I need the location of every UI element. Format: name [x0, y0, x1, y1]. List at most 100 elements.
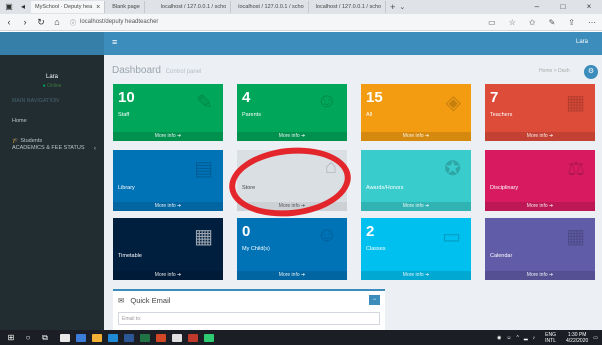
user-menu[interactable]: Lara: [576, 39, 588, 45]
tab-actions-icon[interactable]: ▣: [4, 2, 14, 12]
reading-view-icon[interactable]: ▭: [488, 18, 496, 27]
favorite-star-icon[interactable]: ☆: [509, 18, 516, 27]
tile-staff[interactable]: 10 Staff ✎ More info ➜: [113, 84, 223, 141]
favorites-hub-icon[interactable]: ✩: [529, 18, 536, 27]
more-info-link[interactable]: More info ➜: [237, 271, 347, 280]
browser-tab[interactable]: MySchool · Deputy hea ×: [31, 1, 106, 13]
tile-number: 2: [366, 223, 375, 240]
browser-tab-bar: ▣ ◂ MySchool · Deputy hea × Blank page l…: [0, 0, 602, 14]
close-window-icon[interactable]: ×: [576, 0, 602, 14]
new-tab-icon[interactable]: +: [390, 2, 395, 12]
tile-label: Teachers: [490, 112, 513, 118]
quick-email-box: ✉ Quick Email − Email to:: [113, 289, 385, 330]
url-field[interactable]: ⓘ localhost/deputy headteacher: [70, 18, 158, 27]
explorer-icon[interactable]: [92, 333, 102, 342]
tile-parents[interactable]: 4 Parents ☺ More info ➜: [237, 84, 347, 141]
sidebar-item-academics[interactable]: ACADEMICS & FEE STATUS: [12, 145, 104, 151]
tile-teachers[interactable]: 7 Teachers ▦ More info ➜: [485, 84, 595, 141]
tile-number: 15: [366, 89, 383, 106]
notifications-icon[interactable]: ▭: [593, 335, 598, 341]
network-icon[interactable]: ▂: [524, 335, 528, 341]
tile-library[interactable]: Library ▤ More info ➜: [113, 150, 223, 211]
forward-icon[interactable]: ›: [18, 17, 32, 27]
more-info-link[interactable]: More info ➜: [361, 132, 471, 141]
home-icon[interactable]: ⌂: [50, 17, 64, 27]
tile-disciplinary[interactable]: Disciplinary ⚖ More info ➜: [485, 150, 595, 211]
chrome-icon[interactable]: [204, 333, 214, 342]
sidebar-section-header: MAIN NAVIGATION: [12, 98, 59, 104]
browser-tab[interactable]: localhost / 127.0.0.1 / scho: [157, 1, 232, 13]
tile-label: Disciplinary: [490, 185, 519, 191]
word-icon[interactable]: [124, 333, 134, 342]
windows-start-icon[interactable]: ⊞: [5, 333, 17, 342]
browser-tab[interactable]: localhost / 127.0.0.1 / scho: [234, 1, 309, 13]
tray-app-icon[interactable]: ◉: [497, 335, 501, 341]
more-info-link[interactable]: More info ➜: [237, 202, 347, 211]
refresh-icon[interactable]: ↻: [34, 17, 48, 28]
book-icon: ▤: [194, 158, 213, 180]
tile-all[interactable]: 15 All ◈ More info ➜: [361, 84, 471, 141]
more-info-link[interactable]: More info ➜: [113, 132, 223, 141]
chevron-down-icon[interactable]: ⌄: [399, 3, 405, 11]
award-icon: ✪: [444, 158, 461, 180]
app-icon[interactable]: [172, 333, 182, 342]
taskbar: ⊞ ○ ⧉ ◉ ☺ ^ ▂ ♪ ENG INTL 1:30 PM 4/22/2020…: [0, 330, 602, 345]
classes-icon: ▭: [442, 226, 461, 248]
settings-icon[interactable]: ⚙: [584, 65, 598, 79]
tile-number: 7: [490, 89, 499, 106]
sidebar-item-home[interactable]: Home: [12, 118, 104, 124]
more-info-link[interactable]: More info ➜: [485, 271, 595, 280]
tile-calendar[interactable]: Calendar ▦ More info ➜: [485, 218, 595, 280]
volume-icon[interactable]: ♪: [533, 335, 536, 341]
maximize-icon[interactable]: □: [550, 0, 576, 14]
more-info-link[interactable]: More info ➜: [485, 202, 595, 211]
tile-classes[interactable]: 2 Classes ▭ More info ➜: [361, 218, 471, 280]
url-text: localhost/deputy headteacher: [80, 19, 159, 25]
clock[interactable]: 1:30 PM 4/22/2020: [561, 332, 588, 344]
tile-awards[interactable]: Awards/Honors ✪ More info ➜: [361, 150, 471, 211]
minimize-icon[interactable]: –: [524, 0, 550, 14]
email-to-field[interactable]: Email to:: [118, 312, 380, 325]
more-info-link[interactable]: More info ➜: [113, 271, 223, 280]
collapse-button[interactable]: −: [369, 295, 380, 305]
breadcrumb[interactable]: Home > Dash: [539, 68, 570, 74]
edge-icon[interactable]: [108, 333, 118, 342]
task-view-icon[interactable]: ⧉: [39, 333, 51, 342]
tab-back-icon[interactable]: ◂: [18, 2, 28, 12]
more-icon[interactable]: ⋯: [588, 18, 596, 27]
more-info-link[interactable]: More info ➜: [485, 132, 595, 141]
tile-store[interactable]: Store ⌂ More info ➜: [237, 150, 347, 211]
mail-icon[interactable]: [76, 333, 86, 342]
tile-label: Classes: [366, 246, 386, 252]
sidebar: Lara ● Online MAIN NAVIGATION Home 🎓 Stu…: [0, 55, 104, 330]
tile-timetable[interactable]: Timetable ▦ More info ➜: [113, 218, 223, 280]
more-info-link[interactable]: More info ➜: [361, 271, 471, 280]
close-icon[interactable]: ×: [96, 4, 100, 11]
more-info-link[interactable]: More info ➜: [237, 132, 347, 141]
people-icon[interactable]: ☺: [506, 335, 511, 341]
browser-tab[interactable]: localhost / 127.0.0.1 / scho: [312, 1, 387, 13]
page-title-text: Dashboard: [112, 65, 161, 76]
tile-my-children[interactable]: 0 My Child(s) ☺ More info ➜: [237, 218, 347, 280]
menu-toggle-icon[interactable]: ≡: [112, 37, 117, 47]
envelope-icon: ✉: [118, 296, 125, 305]
search-icon[interactable]: ○: [22, 333, 34, 342]
chevron-left-icon[interactable]: ‹: [94, 146, 96, 152]
back-icon[interactable]: ‹: [2, 17, 16, 27]
browser-tab[interactable]: Blank page: [108, 1, 145, 13]
store-app-icon[interactable]: [60, 333, 70, 342]
language-indicator[interactable]: ENG INTL: [540, 332, 556, 344]
powerpoint-icon[interactable]: [156, 333, 166, 342]
sidebar-item-students[interactable]: 🎓 Students: [12, 138, 104, 145]
excel-icon[interactable]: [140, 333, 150, 342]
app-icon[interactable]: [188, 333, 198, 342]
tile-label: Calendar: [490, 253, 513, 259]
app-header: ≡ Lara: [0, 32, 602, 55]
pen-icon[interactable]: ✎: [549, 18, 556, 27]
chevron-up-icon[interactable]: ^: [516, 335, 518, 341]
tile-label: Staff: [118, 112, 130, 118]
more-info-link[interactable]: More info ➜: [361, 202, 471, 211]
more-info-link[interactable]: More info ➜: [113, 202, 223, 211]
tile-label: Parents: [242, 112, 261, 118]
share-icon[interactable]: ⇪: [568, 18, 575, 27]
